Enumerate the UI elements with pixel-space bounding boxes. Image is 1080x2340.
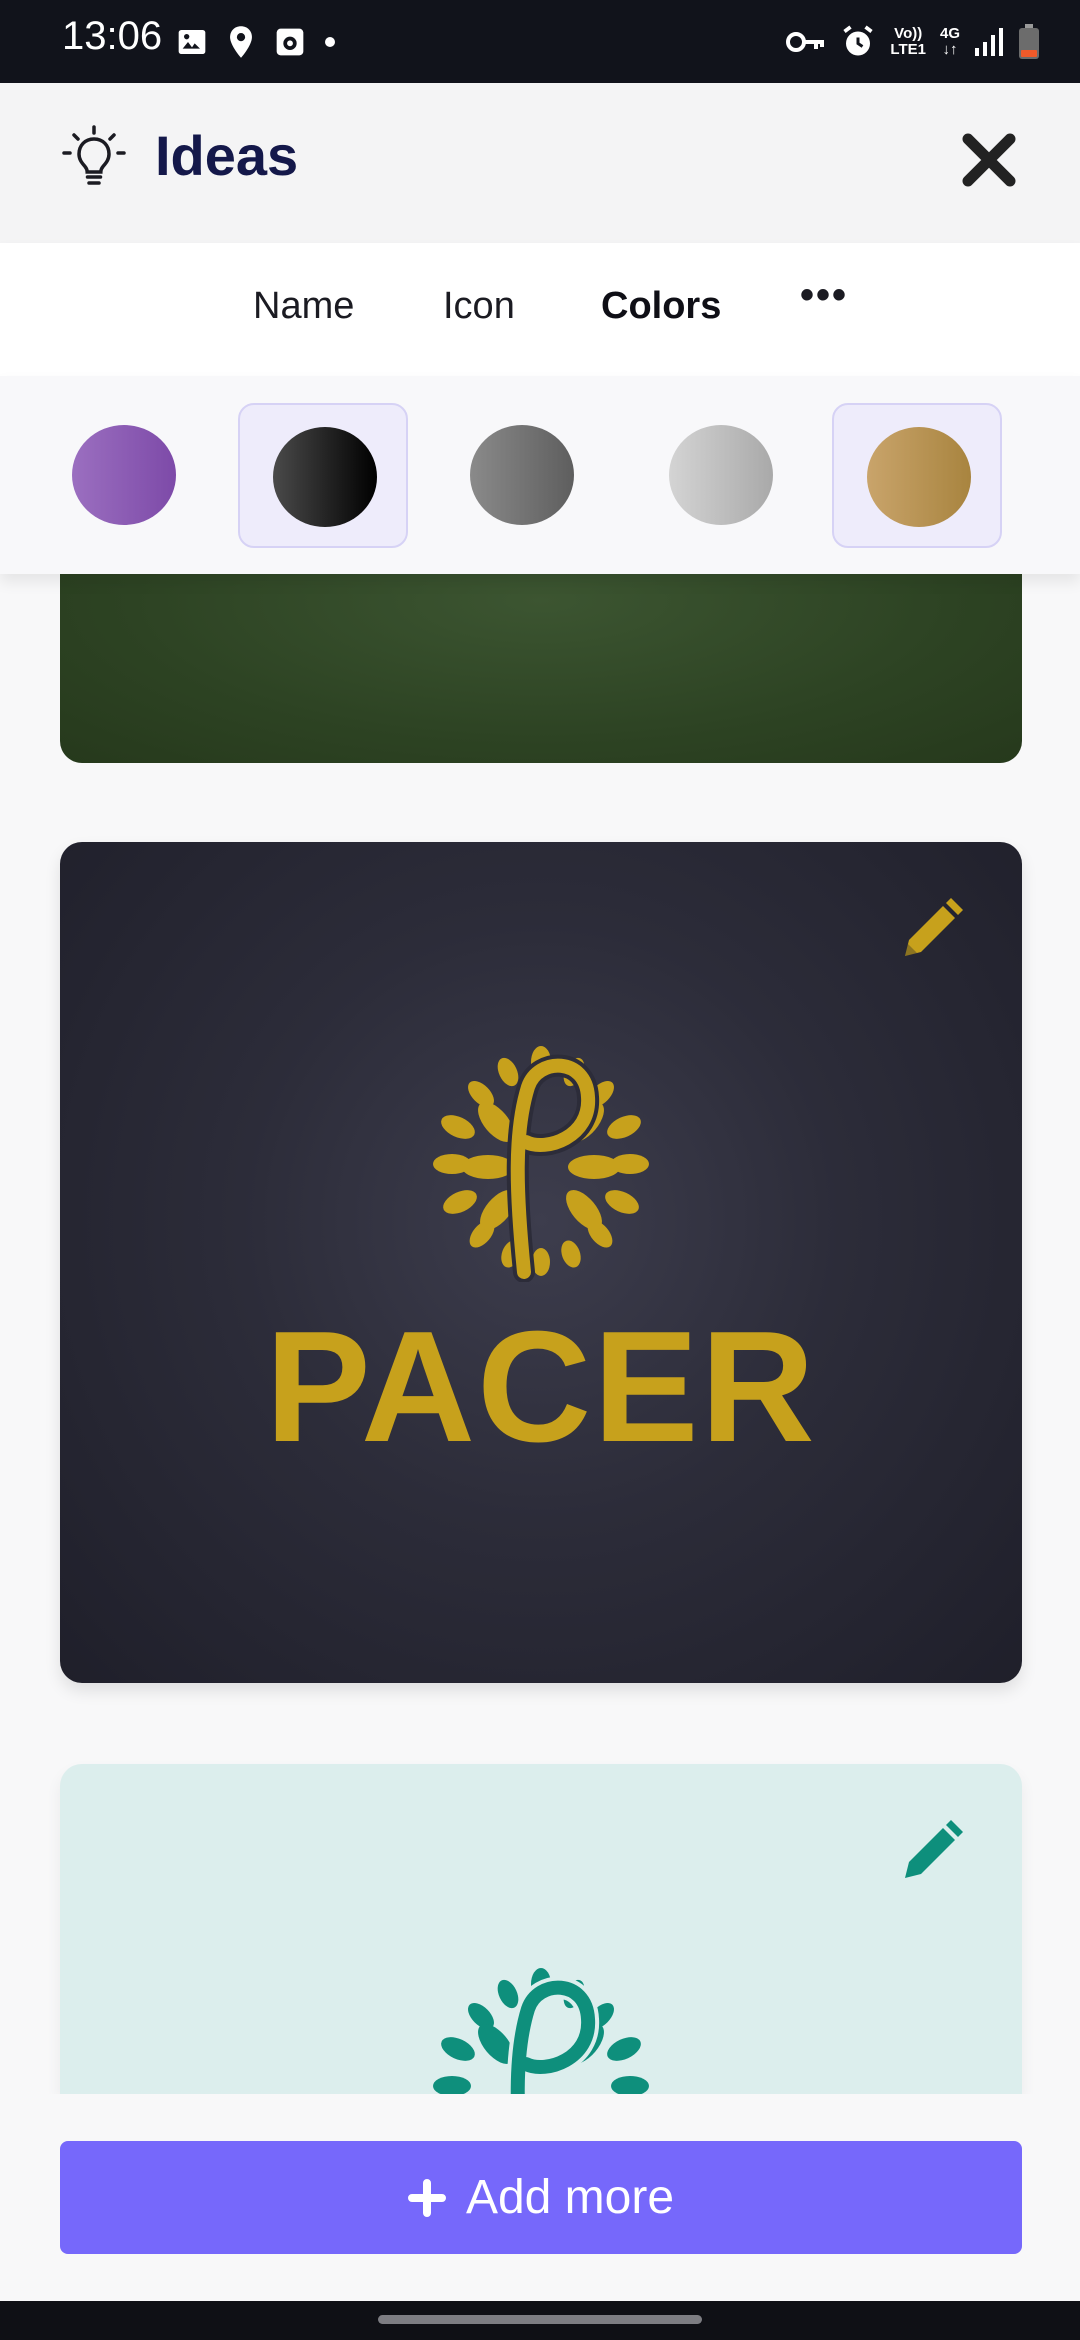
pacer-monogram-logo (433, 1046, 649, 1282)
status-time: 13:06 (62, 14, 163, 58)
brand-name-text: PACER (265, 1299, 817, 1475)
status-bar: 13:06 Vo)) LTE1 4G ↓↑ (0, 0, 1080, 83)
volte-top-label: Vo)) (894, 25, 923, 42)
page-title: Ideas (155, 124, 299, 187)
swatch-light-gray-circle (669, 425, 773, 525)
screen-record-icon (276, 28, 304, 56)
logo-idea-card-green[interactable] (60, 560, 1022, 763)
add-more-label: Add more (465, 2171, 675, 2224)
plus-icon (407, 2178, 446, 2217)
tab-name[interactable]: Name (253, 285, 354, 328)
swatch-dark-gray-circle (470, 425, 574, 525)
swatch-dark-gray[interactable] (437, 403, 607, 548)
close-icon[interactable] (960, 131, 1018, 189)
swatch-black[interactable] (238, 403, 408, 548)
ideas-header: Ideas (0, 83, 1080, 243)
swatch-light-gray[interactable] (636, 403, 806, 548)
swatch-purple[interactable] (39, 403, 209, 548)
teal-monogram-logo (433, 1968, 649, 2094)
dot-icon (325, 37, 335, 47)
location-icon (230, 26, 252, 58)
volte-bottom-label: LTE1 (890, 41, 926, 58)
tab-icon[interactable]: Icon (443, 285, 515, 328)
battery-icon (1019, 24, 1039, 59)
logo-idea-card-pacer[interactable]: PACER (60, 842, 1022, 1683)
status-icons-right: Vo)) LTE1 4G ↓↑ (786, 18, 1040, 66)
status-icons-left (176, 22, 336, 62)
swatch-gold[interactable] (832, 403, 1002, 548)
vpn-key-icon (786, 32, 825, 52)
pencil-icon[interactable] (897, 1816, 967, 1886)
system-nav-bar (0, 2301, 1080, 2340)
lightbulb-icon (62, 125, 126, 185)
signal-icon (975, 28, 1003, 56)
4g-icon: 4G ↓↑ (940, 26, 960, 58)
swatch-black-circle (273, 427, 377, 527)
volte-icon: Vo)) LTE1 (890, 26, 926, 58)
4g-top-label: 4G (939, 25, 960, 42)
bottom-action-bar: Add more (0, 2094, 1080, 2301)
tab-colors[interactable]: Colors (601, 285, 721, 328)
idea-tabs: Name Icon Colors ••• (0, 243, 1080, 376)
image-icon (178, 30, 206, 54)
alarm-icon (843, 25, 874, 56)
add-more-button[interactable]: Add more (60, 2141, 1022, 2254)
logo-idea-card-mint[interactable] (60, 1764, 1022, 2094)
pencil-icon[interactable] (897, 894, 967, 964)
tab-more[interactable]: ••• (800, 273, 848, 318)
4g-bottom-label: ↓↑ (942, 41, 958, 58)
home-indicator[interactable] (378, 2315, 702, 2324)
color-swatch-row (0, 376, 1080, 574)
swatch-purple-circle (72, 425, 176, 525)
swatch-gold-circle (867, 427, 971, 527)
